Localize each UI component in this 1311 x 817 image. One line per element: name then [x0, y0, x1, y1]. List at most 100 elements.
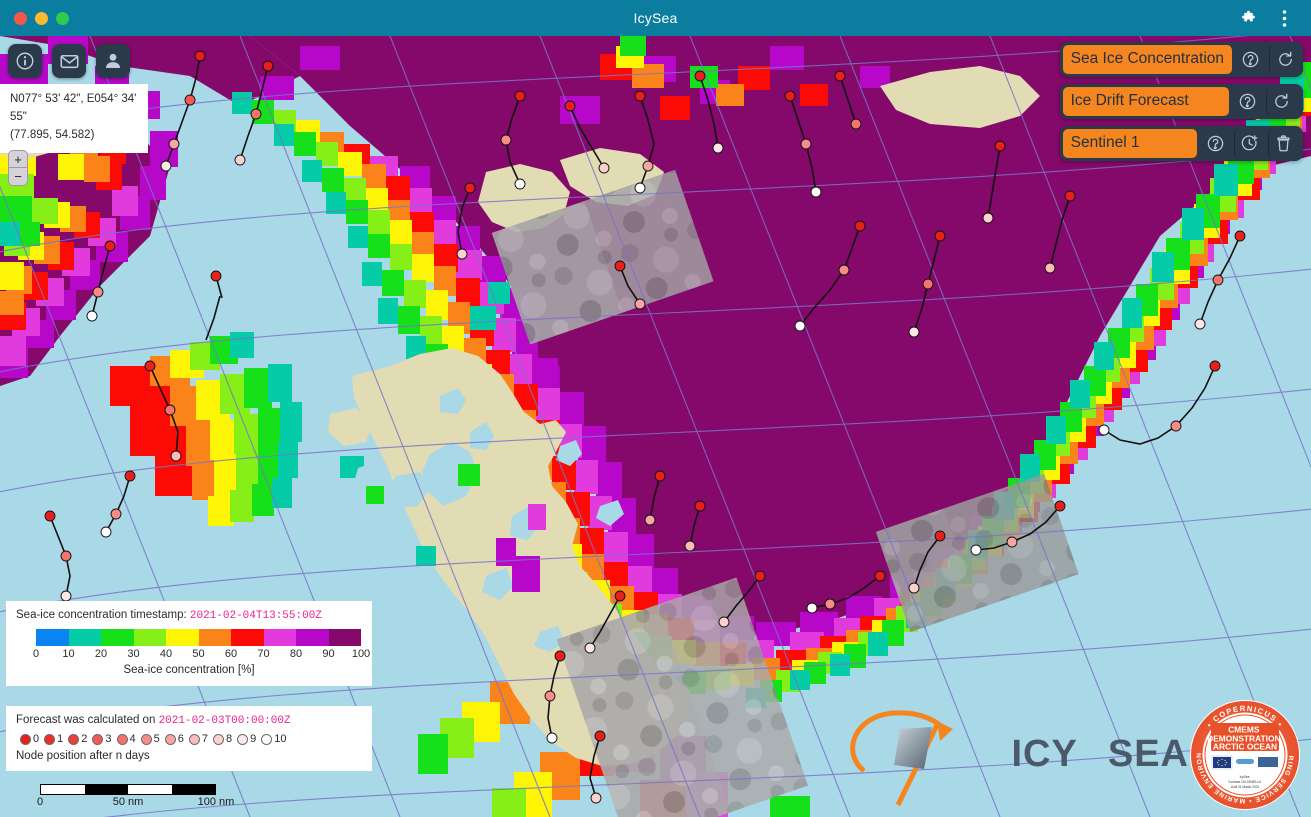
scale-bar-tick: 0 [36, 796, 44, 808]
scale-bar-tick: 100 nm [197, 796, 235, 808]
layer-row-sea-ice-concentration: Sea Ice Concentration [1059, 42, 1303, 77]
colorbar-tick: 20 [94, 648, 108, 660]
badge-contract: Contract 110-DEMS-L6 [1228, 780, 1261, 784]
forecast-node-dot [213, 733, 224, 745]
icysea-wordmark: ICY SEA [1012, 733, 1190, 776]
title-bar: IcySea [0, 0, 1311, 36]
forecast-node-item: 3 [92, 733, 112, 745]
legend-forecast-title: Forecast was calculated on 2021-02-03T00… [16, 714, 362, 727]
colorbar-ticks: 0 10 20 30 40 50 60 70 80 90 100 [33, 648, 370, 662]
coordinate-decimal: (77.895, 54.582) [10, 128, 95, 141]
map-toolbar [8, 44, 130, 78]
logo-text-sea: SEA [1107, 732, 1189, 775]
mail-button[interactable] [52, 44, 86, 78]
layer-row-sentinel-1: Sentinel 1 [1059, 126, 1303, 161]
scale-bar-segment [84, 785, 128, 794]
refresh-icon[interactable] [1265, 87, 1297, 116]
forecast-node-dot [164, 733, 176, 745]
coordinate-dms: N077° 53' 42", E054° 34' 55" [10, 93, 137, 123]
forecast-node-dot [188, 733, 200, 745]
forecast-node-dot [237, 733, 249, 745]
forecast-node-item: 10 [261, 733, 287, 745]
zoom-out-button[interactable]: − [9, 168, 27, 185]
clock-add-icon[interactable] [1233, 129, 1265, 158]
forecast-node-day: 0 [33, 733, 40, 745]
colorbar-segment [36, 629, 69, 646]
forecast-node-item: 4 [116, 733, 136, 745]
forecast-node-day: 1 [57, 733, 64, 745]
colorbar-tick: 30 [127, 648, 140, 660]
coordinate-readout: N077° 53' 42", E054° 34' 55" (77.895, 54… [0, 84, 148, 154]
forecast-node-item: 1 [44, 733, 63, 745]
person-icon [106, 53, 120, 68]
scale-bar-tick: 50 nm [112, 796, 144, 808]
colorbar-segment [231, 629, 264, 646]
forecast-node-dot [44, 733, 56, 745]
extensions-icon[interactable] [1237, 7, 1259, 29]
colorbar-segment [68, 629, 101, 646]
forecast-node-day: 3 [105, 733, 112, 745]
colorbar-tick: 60 [224, 648, 238, 660]
legend-forecast-timestamp: 2021-02-03T00:00:00Z [158, 715, 291, 727]
scale-bar-graphic [40, 784, 216, 795]
scale-bar: 0 50 nm 100 nm [8, 784, 234, 809]
help-icon[interactable] [1199, 129, 1231, 158]
concentration-colorbar [36, 629, 361, 646]
copernicus-badge: CMEMS DEMONSTRATION ARCTIC OCEAN IcySea … [1186, 694, 1301, 811]
forecast-node-dot [116, 733, 128, 745]
forecast-node-day: 8 [226, 733, 233, 745]
scale-bar-segment [171, 785, 215, 794]
icysea-logo: ICY SEA [836, 699, 1190, 809]
colorbar-axis-label: Sea-ice concentration [%] [123, 664, 255, 676]
overflow-menu-icon[interactable] [1273, 7, 1295, 29]
colorbar-tick: 90 [322, 648, 335, 660]
scale-bar-ticks: 0 50 nm 100 nm [36, 795, 234, 809]
logo-text-icy: ICY [1011, 732, 1078, 775]
forecast-node-day: 9 [250, 733, 257, 745]
forecast-node-dot [68, 733, 80, 745]
forecast-node-dot [20, 733, 31, 745]
forecast-node-dot [261, 733, 273, 745]
forecast-node-day: 6 [177, 733, 184, 745]
colorbar-tick: 50 [192, 648, 205, 660]
layer-button-sea-ice-concentration[interactable]: Sea Ice Concentration [1062, 45, 1232, 74]
account-button[interactable] [96, 44, 130, 78]
forecast-node-dot [140, 733, 152, 745]
scale-bar-segment [128, 785, 172, 794]
help-icon[interactable] [1231, 87, 1263, 116]
colorbar-tick: 80 [289, 648, 303, 660]
colorbar-segment [263, 629, 296, 646]
refresh-icon[interactable] [1269, 45, 1300, 74]
colorbar-tick: 70 [257, 648, 270, 660]
delete-icon[interactable] [1267, 129, 1299, 158]
layer-button-ice-drift-forecast[interactable]: Ice Drift Forecast [1062, 87, 1229, 116]
legend-concentration-title: Sea-ice concentration timestamp: 2021-02… [16, 609, 362, 622]
badge-product: IcySea [1240, 775, 1250, 779]
colorbar-segment [166, 629, 199, 646]
forecast-node-item: 8 [213, 733, 232, 745]
layer-button-sentinel-1[interactable]: Sentinel 1 [1062, 129, 1197, 158]
forecast-node-item: 5 [140, 733, 160, 745]
forecast-node-item: 7 [188, 733, 208, 745]
badge-valid: Until 31 March 2021 [1231, 785, 1260, 789]
icysea-application: IcySea N077° 53' 42", E054° 34' 55" (77.… [0, 0, 1311, 817]
forecast-node-day: 4 [129, 733, 136, 745]
window-title: IcySea [633, 10, 678, 26]
help-icon[interactable] [1235, 45, 1266, 74]
info-icon [16, 52, 34, 70]
forecast-node-item: 9 [237, 733, 256, 745]
zoom-in-button[interactable]: + [9, 151, 27, 168]
icysea-logo-graphic [849, 710, 953, 807]
info-button[interactable] [8, 44, 42, 78]
layer-row-ice-drift-forecast: Ice Drift Forecast [1059, 84, 1303, 119]
colorbar-tick: 40 [159, 648, 173, 660]
forecast-node-day: 7 [201, 733, 208, 745]
colorbar-segment [198, 629, 231, 646]
zoom-control: + − [8, 150, 28, 186]
layer-panel: Sea Ice Concentration Ice Drift Forecast [1059, 42, 1303, 161]
badge-line-3: ARCTIC OCEAN [1213, 742, 1277, 752]
forecast-node-day: 5 [153, 733, 160, 745]
colorbar-segment [328, 629, 361, 646]
titlebar-actions [1237, 0, 1303, 36]
forecast-node-day: 2 [81, 733, 88, 745]
